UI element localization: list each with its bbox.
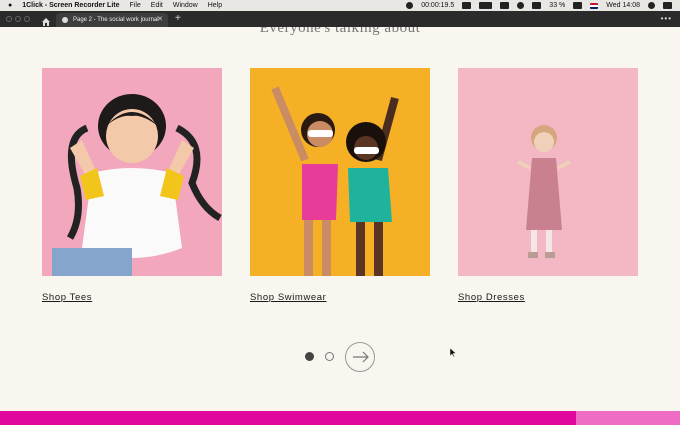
menu-window[interactable]: Window — [173, 0, 198, 11]
battery-icon[interactable] — [573, 2, 583, 9]
shop-tees-link[interactable]: Shop Tees — [42, 292, 92, 303]
tab-favicon-icon — [62, 17, 68, 23]
more-options-icon[interactable]: ••• — [661, 13, 672, 25]
window-zoom-button[interactable] — [24, 16, 30, 22]
shop-swimwear-link[interactable]: Shop Swimwear — [250, 292, 326, 303]
home-icon[interactable] — [41, 14, 51, 26]
mouse-cursor-icon — [450, 348, 456, 357]
product-image-swimwear[interactable] — [250, 68, 430, 276]
shop-dresses-link[interactable]: Shop Dresses — [458, 292, 525, 303]
recording-timer: 00:00:19.5 — [421, 2, 455, 9]
arrow-right-icon — [353, 351, 369, 363]
input-source-icon[interactable] — [590, 2, 599, 9]
history-icon[interactable] — [517, 2, 525, 9]
apple-icon[interactable]: ● — [8, 0, 12, 11]
control-center-icon[interactable] — [663, 2, 672, 9]
bottom-banner — [0, 411, 576, 425]
menu-edit[interactable]: Edit — [151, 0, 163, 11]
menu-file[interactable]: File — [130, 0, 141, 11]
display-icon[interactable] — [500, 2, 510, 9]
record-icon[interactable] — [406, 2, 414, 9]
new-tab-button[interactable]: + — [175, 13, 181, 25]
user-icon[interactable] — [648, 2, 655, 9]
product-image-dresses[interactable] — [458, 68, 638, 276]
carousel-next-button[interactable] — [345, 342, 375, 372]
status-icon[interactable] — [462, 2, 472, 9]
menu-app-name[interactable]: 1Click - Screen Recorder Lite — [22, 0, 119, 11]
product-image-tees[interactable] — [42, 68, 222, 276]
bottom-banner-right — [576, 411, 680, 425]
carousel-dot-1[interactable] — [305, 352, 314, 361]
active-tab[interactable]: Page 2 - The social work journal ✕ — [56, 13, 168, 27]
window-minimize-button[interactable] — [15, 16, 21, 22]
tab-close-icon[interactable]: ✕ — [157, 13, 163, 27]
window-close-button[interactable] — [6, 16, 12, 22]
badge-icon[interactable] — [479, 2, 493, 9]
battery-percent: 33 % — [549, 2, 566, 9]
tab-title: Page 2 - The social work journal — [73, 17, 159, 23]
menu-help[interactable]: Help — [208, 0, 222, 11]
wifi-icon[interactable] — [532, 2, 542, 9]
menu-clock[interactable]: Wed 14:08 — [606, 0, 640, 11]
carousel-dot-2[interactable] — [325, 352, 334, 361]
mac-menu-bar: ● 1Click - Screen Recorder Lite File Edi… — [0, 0, 680, 11]
browser-tab-bar: Page 2 - The social work journal ✕ + ••• — [0, 11, 680, 27]
